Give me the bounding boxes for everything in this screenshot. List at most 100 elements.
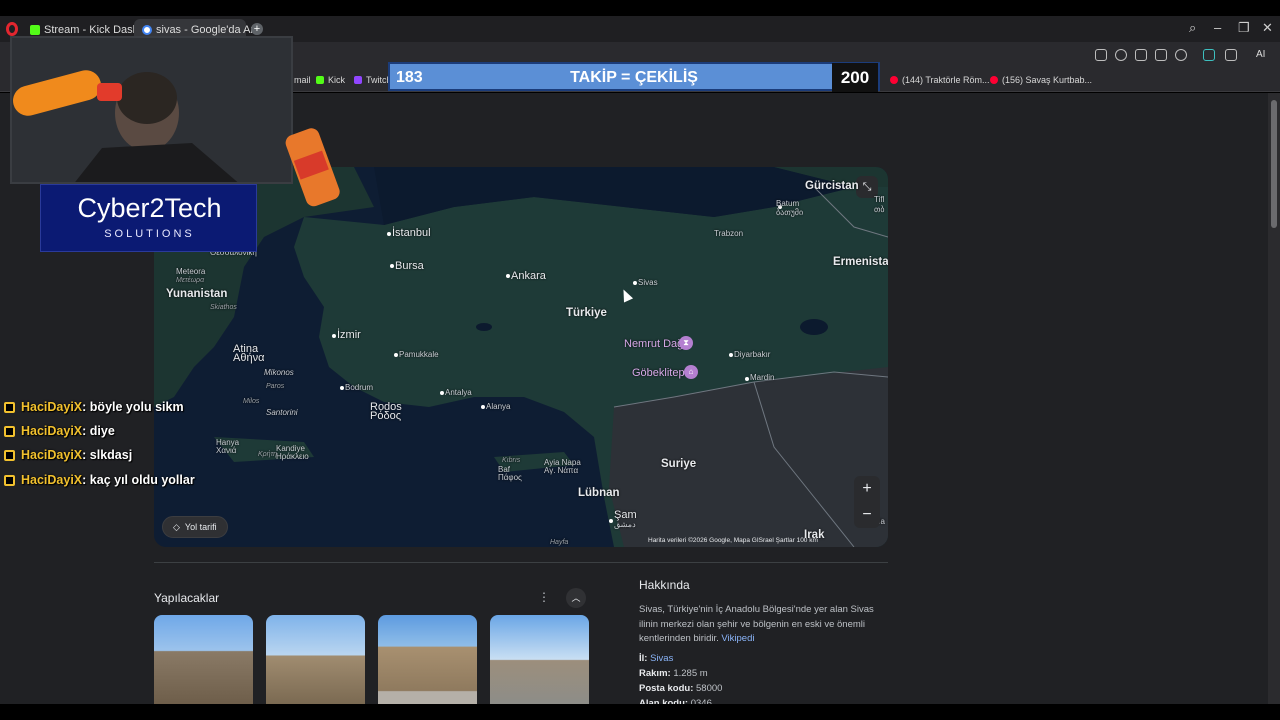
chat-badge-icon [4, 425, 15, 437]
map-label-milos: Milos [243, 398, 260, 405]
about-description: Sivas, Türkiye'nin İç Anadolu Bölgesi'nd… [639, 603, 879, 647]
directions-icon: ◇ [173, 522, 180, 532]
map-label-lubnan: Lübnan [578, 487, 620, 499]
map-label-hanya-gr: Χανιά [216, 446, 237, 455]
more-options-icon[interactable]: ⋮ [538, 590, 550, 604]
map-label-atina-gr: Αθήνα [233, 352, 265, 364]
logo-sub-text: SOLUTIONS [104, 228, 195, 240]
chat-badge-icon [4, 401, 15, 413]
map-label-trabzon: Trabzon [714, 229, 744, 238]
map-panel[interactable]: ⤡ Gürcistan Batum ბათუმი Tifl თბ İstanbu… [154, 167, 888, 547]
map-attribution[interactable]: Harita verileri ©2026 Google, Mapa GISra… [648, 537, 818, 544]
logo-main-text: Cyber2Tech [77, 193, 222, 223]
wikipedia-link[interactable]: Vikipedi [721, 633, 754, 644]
bookmark-youtube-1[interactable]: (144) Traktörle Röm... [890, 75, 990, 85]
bookmark-kick[interactable]: Kick [316, 75, 345, 85]
opera-logo-icon[interactable] [6, 22, 18, 36]
minimize-button[interactable]: – [1214, 20, 1221, 35]
extension-icon[interactable] [1203, 49, 1215, 61]
map-label-hayfa: Hayfa [550, 539, 569, 546]
directions-button[interactable]: ◇ Yol tarifi [162, 516, 228, 538]
fact-value-link[interactable]: Sivas [650, 653, 673, 664]
menu-icon[interactable] [1155, 49, 1167, 61]
map-label-batum: Batum [776, 199, 800, 208]
city-dot [633, 281, 637, 285]
map-label-kibris: Kıbrıs [502, 457, 521, 464]
soda-bottles-decoration [285, 128, 340, 207]
youtube-icon [890, 76, 898, 84]
webcam-overlay [10, 36, 293, 184]
fact-key: Posta kodu: [639, 683, 694, 694]
map-label-santorini: Santorini [266, 408, 298, 417]
zoom-out-button[interactable]: − [854, 502, 880, 528]
map-label-rodos-gr: Ρόδος [370, 410, 401, 422]
map-label-gurcistan: Gürcistan [805, 180, 859, 192]
museum-pin-icon[interactable]: ⌂ [684, 365, 698, 379]
chat-username: HaciDayiX [21, 448, 83, 462]
chat-message: HaciDayiX : diye [4, 422, 115, 440]
map-label-bursa: Bursa [395, 260, 424, 272]
chat-text: : kaç yıl oldu yollar [82, 473, 195, 487]
map-label-tifl-ka: თბ [874, 205, 885, 214]
city-dot [506, 274, 510, 278]
extensions-puzzle-icon[interactable] [1225, 49, 1237, 61]
letterbox-bottom [0, 704, 1280, 720]
map-label-mikonos: Mikonos [264, 368, 294, 377]
chevron-up-icon[interactable]: ︿ [566, 588, 586, 608]
chat-username: HaciDayiX [21, 400, 83, 414]
chat-text: : slkdasj [82, 448, 133, 462]
ai-button[interactable]: AI [1256, 49, 1265, 60]
map-label-pamukkale: Pamukkale [399, 350, 439, 359]
bookmark-label: Kick [328, 75, 346, 85]
map-label-nemrut: Nemrut Dağı [624, 338, 687, 350]
scrollbar-thumb[interactable] [1271, 100, 1277, 228]
maximize-button[interactable]: ❐ [1238, 20, 1250, 36]
map-label-meteora-gr: Μετέωρα [176, 277, 205, 284]
fact-value: 58000 [696, 683, 723, 694]
attraction-thumbnail[interactable] [266, 615, 365, 704]
profile-icon[interactable] [1175, 49, 1187, 61]
chat-text: : diye [82, 424, 115, 438]
goal-target: 200 [832, 63, 878, 92]
map-label-alanya: Alanya [486, 402, 511, 411]
close-window-button[interactable]: ✕ [1262, 20, 1273, 36]
city-dot [440, 391, 444, 395]
map-label-batum-ka: ბათუმი [776, 208, 804, 217]
bookmark-label: mail [294, 75, 311, 85]
attraction-thumbnail[interactable] [490, 615, 589, 704]
map-label-suriye: Suriye [661, 458, 697, 470]
city-dot [394, 353, 398, 357]
google-icon [142, 25, 152, 35]
chat-username: HaciDayiX [21, 473, 83, 487]
chat-message: HaciDayiX : böyle yolu sikm [4, 398, 184, 416]
map-label-kandiye-gr: Ηράκλειο [276, 452, 309, 461]
twitch-icon [354, 76, 362, 84]
map-label-girit: Κρήτη [258, 451, 278, 458]
attraction-thumbnail[interactable] [378, 615, 477, 704]
chat-text: : böyle yolu sikm [82, 400, 184, 414]
landmark-pin-icon[interactable]: ⧗ [679, 336, 693, 350]
map-label-yunanistan: Yunanistan [166, 288, 228, 300]
camera-icon[interactable] [1095, 49, 1107, 61]
zoom-in-button[interactable]: + [854, 476, 880, 502]
city-dot [729, 353, 733, 357]
search-tabs-icon[interactable]: ⌕ [1189, 20, 1196, 36]
map-label-meteora: Meteora [176, 267, 206, 276]
bookmark-youtube-2[interactable]: (156) Savaş Kurtbab... [990, 75, 1092, 85]
new-tab-button[interactable]: + [251, 23, 263, 35]
channel-logo: Cyber2Tech SOLUTIONS [40, 184, 257, 252]
bookmark-mail[interactable]: mail [294, 75, 311, 85]
download-icon[interactable] [1135, 49, 1147, 61]
fact-key: Rakım: [639, 668, 671, 679]
bookmark-twitch[interactable]: Twitch [354, 75, 392, 85]
fact-il: İl: Sivas [639, 653, 673, 664]
fact-posta-kodu: Posta kodu: 58000 [639, 683, 722, 694]
heart-icon[interactable] [1115, 49, 1127, 61]
letterbox-top [0, 0, 1280, 16]
fact-value: 1.285 m [673, 668, 708, 679]
attraction-thumbnail[interactable] [154, 615, 253, 704]
map-label-ermenista: Ermenista [833, 256, 888, 268]
map-label-turkiye: Türkiye [566, 307, 607, 319]
kick-icon [30, 25, 40, 35]
map-label-mardin: Mardin [750, 373, 775, 382]
